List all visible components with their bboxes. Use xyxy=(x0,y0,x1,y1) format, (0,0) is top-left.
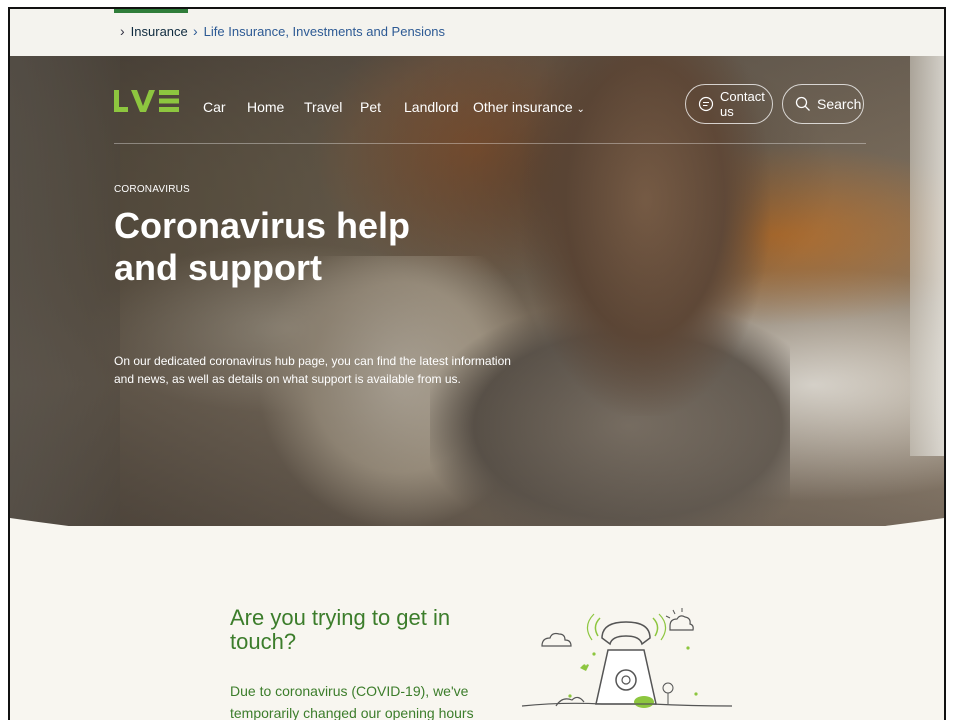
breadcrumb-insurance-label: Insurance xyxy=(130,23,188,39)
chevron-right-icon: › xyxy=(193,23,198,39)
contact-section-title: Are you trying to get in touch? xyxy=(230,605,451,654)
breadcrumb-life-insurance[interactable]: › Life Insurance, Investments and Pensio… xyxy=(193,23,445,39)
breadcrumb-life-insurance-label: Life Insurance, Investments and Pensions xyxy=(203,23,446,39)
browser-frame: › Insurance › Life Insurance, Investment… xyxy=(8,7,946,720)
nav-pet[interactable]: Pet xyxy=(360,99,381,115)
breadcrumb-bar: › Insurance › Life Insurance, Investment… xyxy=(10,9,944,57)
nav-travel[interactable]: Travel xyxy=(304,99,342,115)
contact-section: Are you trying to get in touch? Due to c… xyxy=(10,526,944,720)
search-icon xyxy=(795,96,811,112)
search-label: Search xyxy=(817,96,862,112)
contact-us-button[interactable]: Contact us xyxy=(685,84,773,124)
nav-divider xyxy=(114,143,866,144)
lv-logo[interactable] xyxy=(114,88,180,114)
contact-us-label: Contact us xyxy=(720,89,765,119)
nav-other-insurance-label: Other insurance xyxy=(473,99,573,115)
telephone-illustration xyxy=(521,608,733,708)
chevron-right-icon: › xyxy=(120,23,125,39)
search-button[interactable]: Search xyxy=(782,84,864,124)
hero-title: Coronavirus help and support xyxy=(114,205,411,288)
nav-home[interactable]: Home xyxy=(247,99,284,115)
contact-section-text: Due to coronavirus (COVID-19), we've tem… xyxy=(230,683,474,720)
nav-landlord[interactable]: Landlord xyxy=(404,99,459,115)
chat-bubble-icon xyxy=(698,96,714,112)
active-tab-indicator xyxy=(114,9,188,13)
hero-eyebrow: CORONAVIRUS xyxy=(114,184,190,195)
main-nav: Car Home Travel Pet Landlord Other insur… xyxy=(10,56,944,144)
chevron-down-icon: ⌄ xyxy=(576,104,585,115)
nav-other-insurance[interactable]: Other insurance ⌄ xyxy=(473,99,585,115)
breadcrumb-insurance[interactable]: › Insurance xyxy=(120,23,188,39)
nav-car[interactable]: Car xyxy=(203,99,226,115)
hero-description: On our dedicated coronavirus hub page, y… xyxy=(114,354,511,386)
hero-bottom-curve xyxy=(10,518,944,526)
